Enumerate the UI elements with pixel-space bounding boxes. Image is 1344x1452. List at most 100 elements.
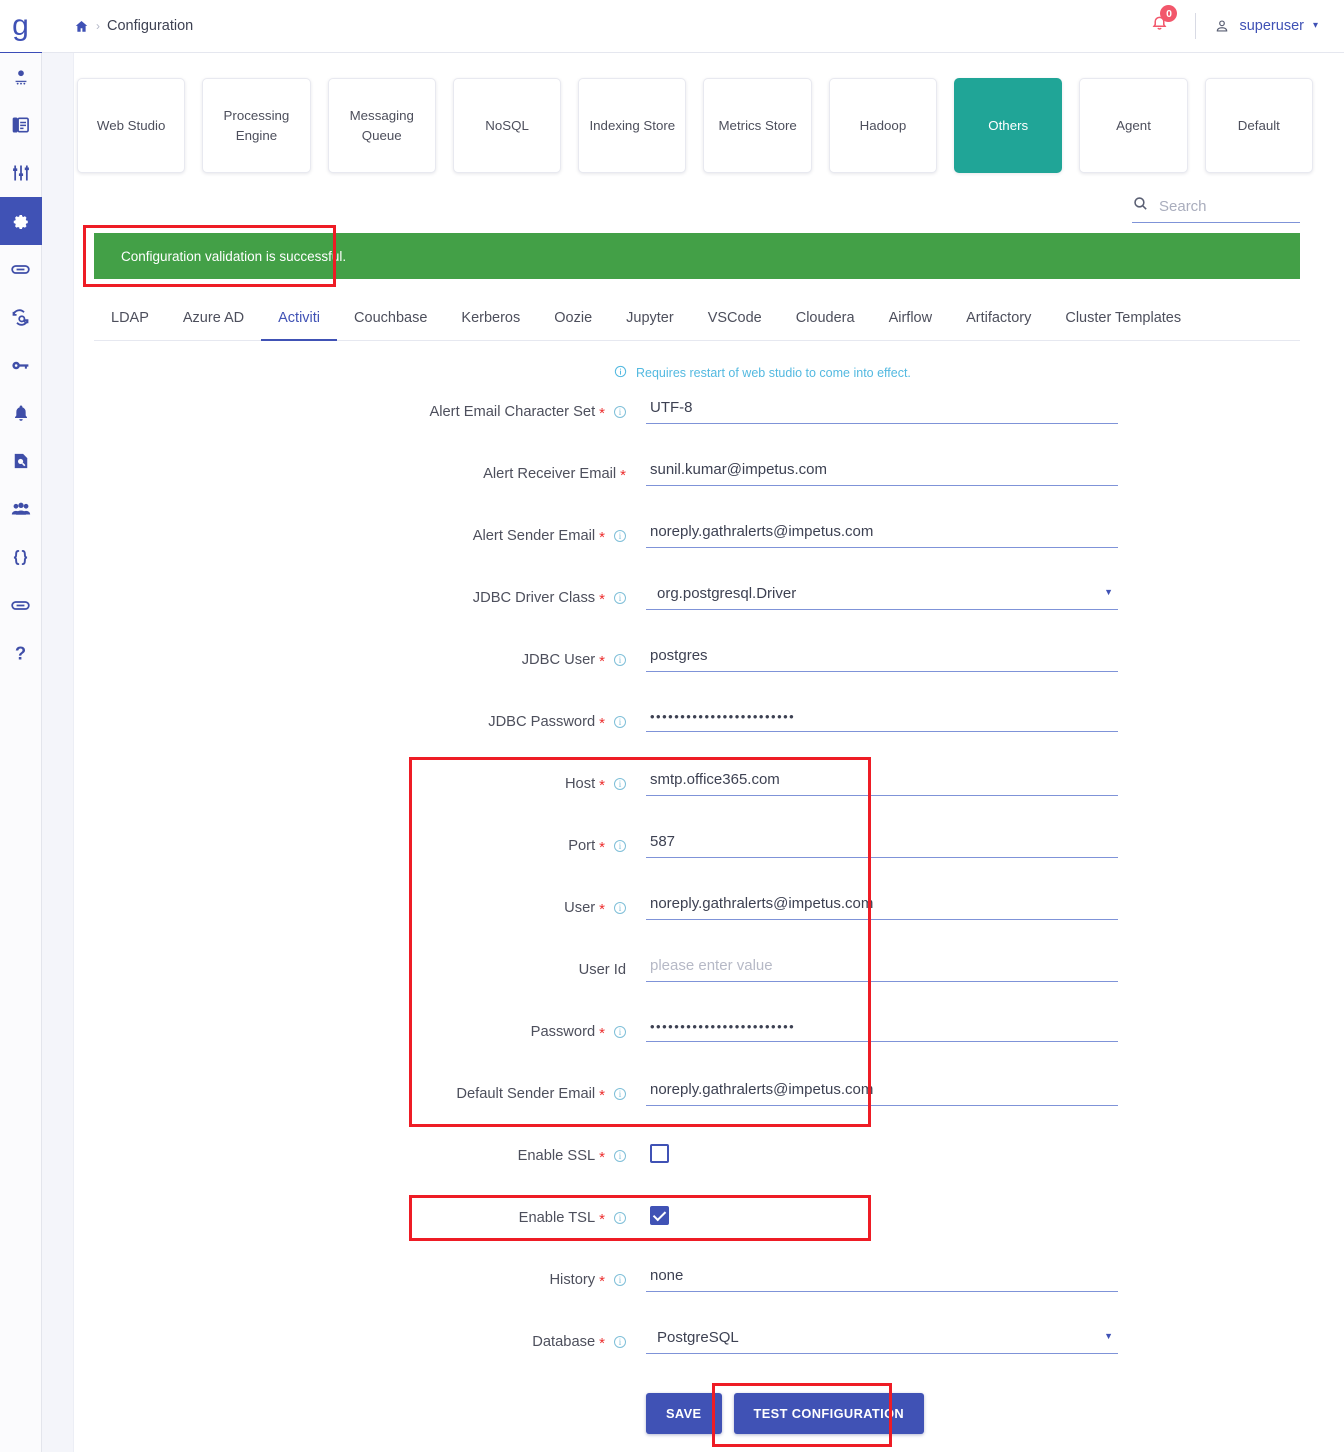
tab-azure-ad[interactable]: Azure AD [166, 310, 261, 341]
info-icon[interactable]: i [614, 778, 626, 790]
service-tabs: LDAP Azure AD Activiti Couchbase Kerbero… [94, 310, 1300, 341]
avatar [1214, 18, 1230, 34]
sidebar-item-connections[interactable] [0, 245, 42, 293]
field-row-jdbc-password: JDBC Password * i [74, 705, 1344, 767]
category-card-web-studio[interactable]: Web Studio [77, 78, 185, 173]
info-icon[interactable]: i [614, 592, 626, 604]
category-card-others[interactable]: Others [954, 78, 1062, 173]
info-icon[interactable]: i [614, 530, 626, 542]
host-input[interactable] [646, 767, 1118, 796]
field-label-text: History [549, 1272, 595, 1288]
sidebar-item-configuration[interactable] [0, 197, 42, 245]
category-card-agent[interactable]: Agent [1079, 78, 1187, 173]
file-search-icon [11, 451, 31, 471]
documents-icon [11, 115, 31, 135]
required-marker: * [599, 1026, 605, 1041]
sidebar-item-documents[interactable] [0, 101, 42, 149]
alert-receiver-email-input[interactable] [646, 457, 1118, 486]
field-label-text: Enable SSL [518, 1148, 596, 1164]
home-icon[interactable] [74, 19, 89, 34]
sidebar-item-api[interactable] [0, 533, 42, 581]
password-input[interactable] [646, 1015, 1118, 1042]
field-row-default-sender-email: Default Sender Email * i [74, 1077, 1344, 1139]
sidebar-item-user-profile[interactable] [0, 53, 42, 101]
tab-vscode[interactable]: VSCode [691, 310, 779, 341]
sidebar-item-integrations[interactable] [0, 581, 42, 629]
sidebar-item-users[interactable] [0, 485, 42, 533]
tab-couchbase[interactable]: Couchbase [337, 310, 444, 341]
field-control: PostgreSQL ▼ [646, 1325, 1118, 1354]
alert-email-character-set-input[interactable] [646, 395, 1118, 424]
tab-artifactory[interactable]: Artifactory [949, 310, 1048, 341]
info-icon[interactable]: i [614, 406, 626, 418]
tab-cloudera[interactable]: Cloudera [779, 310, 872, 341]
restart-notice: Requires restart of web studio to come i… [614, 365, 1344, 381]
configuration-panel: Web Studio Processing Engine Messaging Q… [73, 53, 1344, 1452]
sidebar-item-keys[interactable] [0, 341, 42, 389]
jdbc-driver-class-select[interactable]: org.postgresql.Driver [646, 581, 1118, 610]
category-card-processing-engine[interactable]: Processing Engine [202, 78, 310, 173]
tab-kerberos[interactable]: Kerberos [444, 310, 537, 341]
info-icon[interactable]: i [614, 1150, 626, 1162]
user-input[interactable] [646, 891, 1118, 920]
user-menu[interactable]: superuser ▾ [1214, 18, 1318, 34]
category-card-default[interactable]: Default [1205, 78, 1313, 173]
field-row-jdbc-user: JDBC User * i [74, 643, 1344, 705]
field-row-alert-sender-email: Alert Sender Email * i [74, 519, 1344, 581]
info-icon[interactable]: i [614, 716, 626, 728]
category-card-metrics-store[interactable]: Metrics Store [703, 78, 811, 173]
field-label: Alert Email Character Set * i [74, 395, 626, 420]
database-select[interactable]: PostgreSQL [646, 1325, 1118, 1354]
field-label: User Id [74, 953, 626, 978]
tab-activiti[interactable]: Activiti [261, 310, 337, 341]
category-card-messaging-queue[interactable]: Messaging Queue [328, 78, 436, 173]
info-icon[interactable]: i [614, 902, 626, 914]
tab-label: VSCode [708, 310, 762, 326]
sidebar-item-sliders[interactable] [0, 149, 42, 197]
notifications-button[interactable]: 0 [1150, 14, 1169, 38]
category-card-indexing-store[interactable]: Indexing Store [578, 78, 686, 173]
category-label: Default [1238, 116, 1280, 136]
info-icon[interactable]: i [614, 1026, 626, 1038]
sidebar-item-alerts[interactable] [0, 389, 42, 437]
search-box[interactable] [1132, 195, 1300, 223]
category-card-hadoop[interactable]: Hadoop [829, 78, 937, 173]
tab-ldap[interactable]: LDAP [94, 310, 166, 341]
category-tabs: Web Studio Processing Engine Messaging Q… [74, 53, 1344, 195]
category-card-nosql[interactable]: NoSQL [453, 78, 561, 173]
status-banner: Configuration validation is successful. [94, 233, 1300, 279]
tab-cluster-templates[interactable]: Cluster Templates [1048, 310, 1198, 341]
default-sender-email-input[interactable] [646, 1077, 1118, 1106]
port-input[interactable] [646, 829, 1118, 858]
required-marker: * [599, 1088, 605, 1103]
enable-ssl-checkbox[interactable] [650, 1144, 669, 1163]
sidebar-item-help[interactable]: ? [0, 629, 42, 677]
tab-oozie[interactable]: Oozie [537, 310, 609, 341]
alert-sender-email-input[interactable] [646, 519, 1118, 548]
field-row-enable-ssl: Enable SSL * i [74, 1139, 1344, 1201]
info-icon[interactable]: i [614, 1212, 626, 1224]
info-icon[interactable]: i [614, 1336, 626, 1348]
info-icon[interactable]: i [614, 840, 626, 852]
jdbc-user-input[interactable] [646, 643, 1118, 672]
info-icon[interactable]: i [614, 1274, 626, 1286]
sidebar-item-sync-search[interactable] [0, 293, 42, 341]
save-button[interactable]: SAVE [646, 1393, 722, 1434]
info-icon[interactable]: i [614, 1088, 626, 1100]
form-actions: SAVE TEST CONFIGURATION [646, 1393, 1344, 1434]
history-input[interactable] [646, 1263, 1118, 1292]
tab-jupyter[interactable]: Jupyter [609, 310, 691, 341]
info-icon[interactable]: i [614, 654, 626, 666]
test-configuration-button[interactable]: TEST CONFIGURATION [734, 1393, 925, 1434]
jdbc-password-input[interactable] [646, 705, 1118, 732]
field-control [646, 1263, 1118, 1292]
restart-notice-text: Requires restart of web studio to come i… [636, 366, 911, 380]
sidebar-item-audit[interactable] [0, 437, 42, 485]
field-label: Enable SSL * i [74, 1139, 626, 1164]
tab-airflow[interactable]: Airflow [872, 310, 950, 341]
enable-tsl-checkbox[interactable] [650, 1206, 669, 1225]
field-label-text: Alert Receiver Email [483, 466, 616, 482]
user-id-input[interactable] [646, 953, 1118, 982]
tab-label: Cloudera [796, 310, 855, 326]
search-input[interactable] [1159, 198, 1300, 215]
